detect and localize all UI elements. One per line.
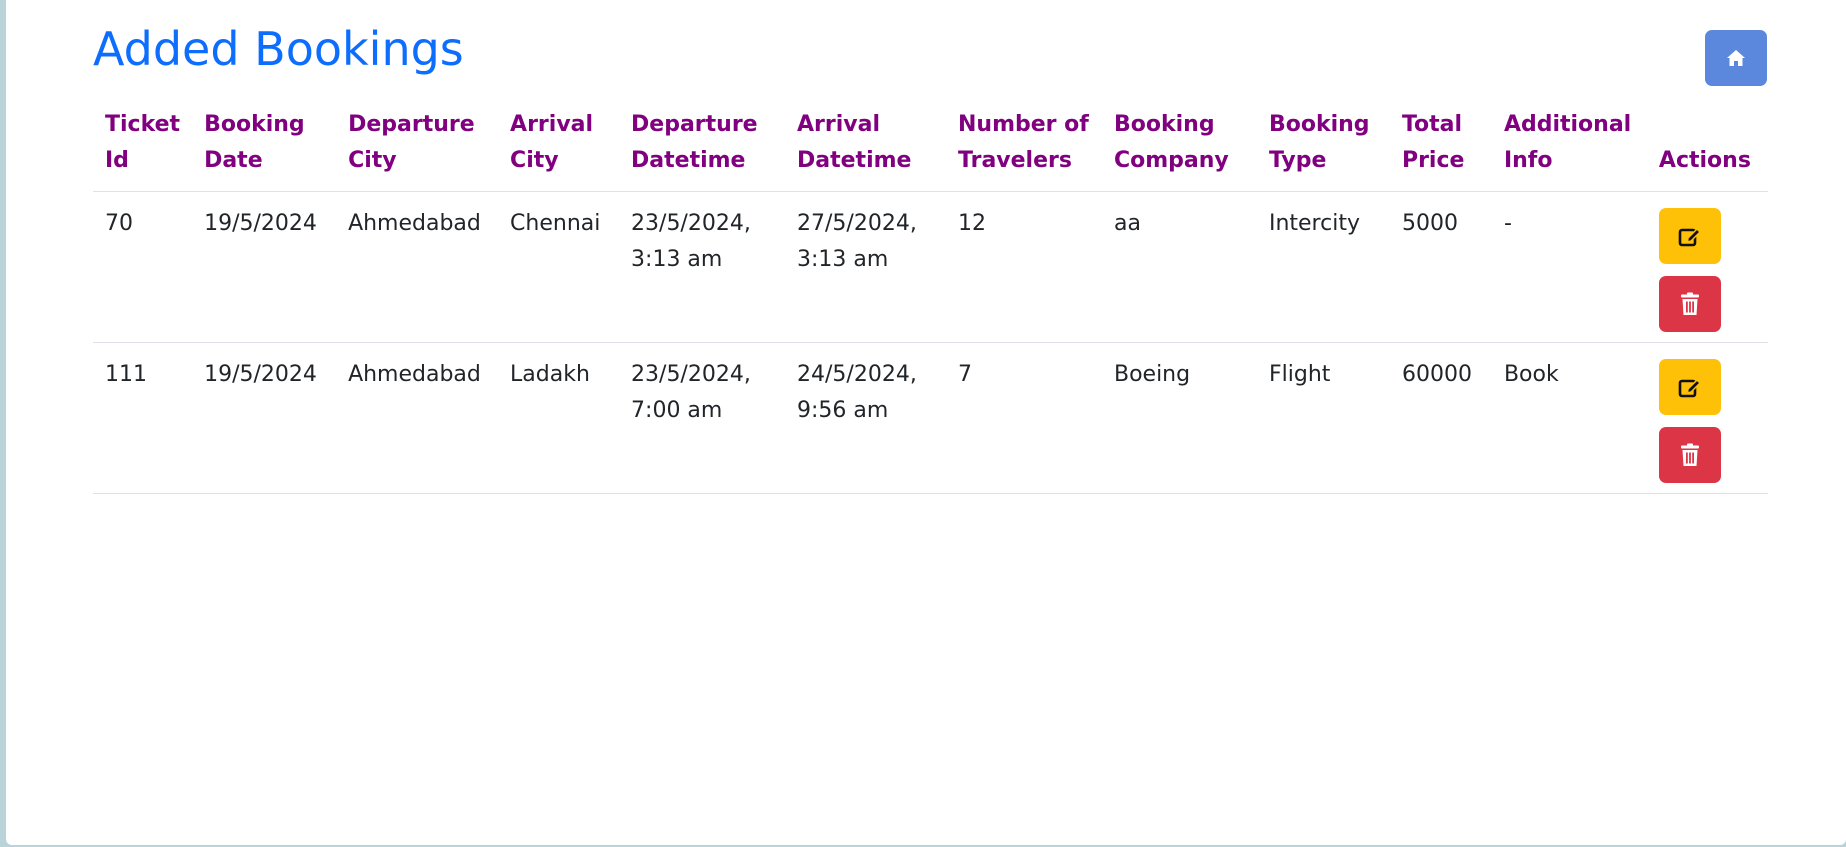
column-header-departure-datetime[interactable]: Departure Datetime xyxy=(619,105,786,192)
cell-arrival-city: Chennai xyxy=(498,191,620,343)
edit-button[interactable] xyxy=(1658,359,1721,415)
column-header-departure-city[interactable]: Departure City xyxy=(336,105,499,192)
column-header-actions: Actions xyxy=(1646,105,1768,192)
cell-booking-type: Flight xyxy=(1256,342,1390,494)
column-header-arrival-city[interactable]: Arrival City xyxy=(498,105,620,192)
table-row: 70 19/5/2024 Ahmedabad Chennai 23/5/2024… xyxy=(93,191,1768,343)
page-title: Added Bookings xyxy=(93,22,464,76)
column-header-total-price[interactable]: Total Price xyxy=(1389,105,1492,192)
cell-travelers: 12 xyxy=(946,191,1102,343)
cell-total-price: 60000 xyxy=(1389,342,1492,494)
cell-ticket-id: 70 xyxy=(93,191,193,343)
bookings-table: Ticket Id Booking Date Departure City Ar… xyxy=(93,105,1768,494)
cell-actions xyxy=(1646,191,1768,343)
column-header-booking-type[interactable]: Booking Type xyxy=(1256,105,1390,192)
home-icon xyxy=(1727,50,1745,66)
cell-booking-company: aa xyxy=(1101,191,1257,343)
table-header-row: Ticket Id Booking Date Departure City Ar… xyxy=(93,105,1768,192)
cell-actions xyxy=(1646,342,1768,494)
trash-icon xyxy=(1680,443,1699,466)
delete-button[interactable] xyxy=(1658,427,1721,483)
column-header-ticket-id[interactable]: Ticket Id xyxy=(93,105,193,192)
cell-booking-date: 19/5/2024 xyxy=(192,342,337,494)
cell-additional-info: Book xyxy=(1491,342,1647,494)
trash-icon xyxy=(1680,292,1699,315)
cell-departure-city: Ahmedabad xyxy=(336,191,499,343)
edit-icon xyxy=(1678,378,1701,398)
cell-travelers: 7 xyxy=(946,342,1102,494)
cell-departure-city: Ahmedabad xyxy=(336,342,499,494)
cell-arrival-datetime: 24/5/2024, 9:56 am xyxy=(785,342,946,494)
cell-arrival-datetime: 27/5/2024, 3:13 am xyxy=(785,191,946,343)
cell-departure-datetime: 23/5/2024, 3:13 am xyxy=(619,191,786,343)
cell-additional-info: - xyxy=(1491,191,1647,343)
page: Added Bookings Ticket Id Booking Date De… xyxy=(6,0,1846,845)
cell-ticket-id: 111 xyxy=(93,342,193,494)
delete-button[interactable] xyxy=(1658,276,1721,332)
cell-arrival-city: Ladakh xyxy=(498,342,620,494)
home-button[interactable] xyxy=(1705,30,1767,86)
column-header-travelers[interactable]: Number of Travelers xyxy=(946,105,1102,192)
cell-booking-date: 19/5/2024 xyxy=(192,191,337,343)
cell-booking-type: Intercity xyxy=(1256,191,1390,343)
cell-total-price: 5000 xyxy=(1389,191,1492,343)
column-header-booking-date[interactable]: Booking Date xyxy=(192,105,337,192)
cell-departure-datetime: 23/5/2024, 7:00 am xyxy=(619,342,786,494)
edit-icon xyxy=(1678,227,1701,247)
edit-button[interactable] xyxy=(1658,208,1721,264)
column-header-additional-info[interactable]: Additional Info xyxy=(1491,105,1647,192)
column-header-arrival-datetime[interactable]: Arrival Datetime xyxy=(785,105,946,192)
table-row: 111 19/5/2024 Ahmedabad Ladakh 23/5/2024… xyxy=(93,342,1768,494)
column-header-booking-company[interactable]: Booking Company xyxy=(1101,105,1257,192)
cell-booking-company: Boeing xyxy=(1101,342,1257,494)
